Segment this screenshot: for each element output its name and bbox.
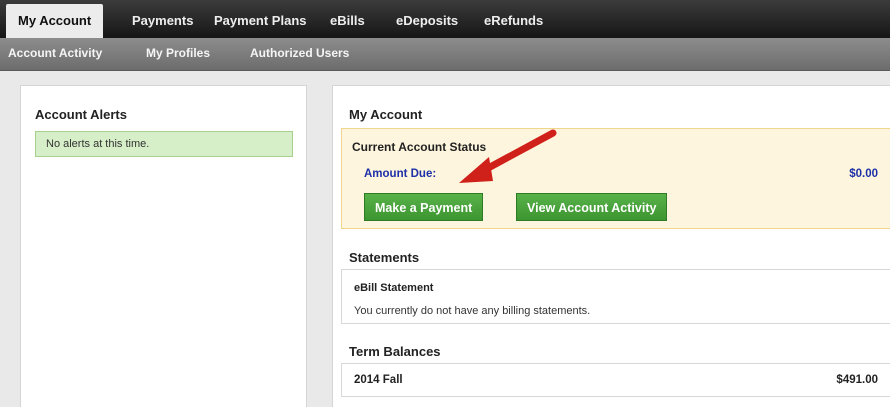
statements-title: Statements bbox=[349, 250, 420, 265]
term-amount: $491.00 bbox=[836, 374, 878, 386]
my-account-panel: My Account Current Account Status Amount… bbox=[332, 85, 890, 407]
sub-tab-bar: Account Activity My Profiles Authorized … bbox=[0, 38, 890, 71]
amount-due-value: $0.00 bbox=[849, 168, 878, 180]
term-name: 2014 Fall bbox=[354, 374, 403, 386]
my-account-title: My Account bbox=[349, 107, 423, 122]
amount-due-label: Amount Due: bbox=[364, 168, 437, 180]
main-tab-bar: My Account Payments Payment Plans eBills… bbox=[0, 0, 890, 38]
subtab-my-profiles[interactable]: My Profiles bbox=[146, 38, 210, 71]
subtab-authorized-users[interactable]: Authorized Users bbox=[250, 38, 349, 71]
tab-payments[interactable]: Payments bbox=[120, 4, 205, 38]
account-alerts-title: Account Alerts bbox=[35, 107, 127, 122]
account-alerts-panel: Account Alerts No alerts at this time. bbox=[20, 85, 307, 407]
tab-payment-plans[interactable]: Payment Plans bbox=[202, 4, 319, 38]
statements-message: You currently do not have any billing st… bbox=[354, 305, 591, 317]
tab-erefunds[interactable]: eRefunds bbox=[472, 4, 555, 38]
tab-ebills[interactable]: eBills bbox=[318, 4, 377, 38]
ebill-statement-label: eBill Statement bbox=[354, 282, 434, 294]
tab-my-account[interactable]: My Account bbox=[6, 4, 104, 38]
tab-edeposits[interactable]: eDeposits bbox=[384, 4, 470, 38]
alert-message: No alerts at this time. bbox=[35, 131, 293, 157]
term-balances-title: Term Balances bbox=[349, 344, 441, 359]
red-arrow-icon bbox=[459, 129, 557, 183]
current-account-status-box: Current Account Status Amount Due: $0.00… bbox=[341, 128, 890, 229]
view-account-activity-button[interactable]: View Account Activity bbox=[516, 193, 668, 221]
make-payment-button[interactable]: Make a Payment bbox=[364, 193, 484, 221]
statements-box: eBill Statement You currently do not hav… bbox=[341, 269, 890, 324]
subtab-account-activity[interactable]: Account Activity bbox=[8, 38, 102, 71]
term-balance-row: 2014 Fall $491.00 bbox=[341, 363, 890, 397]
